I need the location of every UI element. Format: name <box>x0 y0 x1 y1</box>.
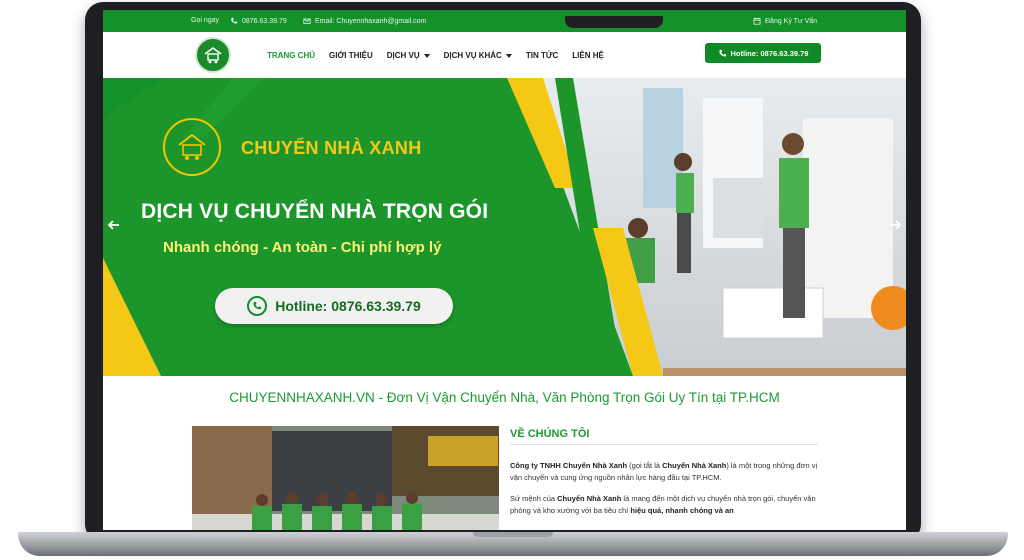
site-logo[interactable] <box>195 37 231 73</box>
house-truck-logo-icon <box>178 133 206 160</box>
site-tagline: CHUYENNHAXANH.VN - Đơn Vị Vận Chuyển Nhà… <box>229 390 780 405</box>
camera-notch <box>565 16 663 28</box>
nav-item-news[interactable]: TIN TỨC <box>526 51 558 60</box>
main-navbar: TRANG CHỦ GIỚI THIỆU DỊCH VỤ DỊCH VỤ KHÁ… <box>103 32 906 79</box>
consult-link[interactable]: Đăng Ký Tư Vấn <box>753 17 817 25</box>
topbar-email-link[interactable]: Email: Chuyennhaxanh@gmail.com <box>303 17 426 25</box>
about-criteria: hiệu quả, nhanh chóng và an <box>630 506 734 515</box>
phone-icon <box>231 17 238 24</box>
hero-subtitle: Nhanh chóng - An toàn - Chi phí hợp lý <box>163 239 442 256</box>
hero-title: DỊCH VỤ CHUYỂN NHÀ TRỌN GÓI <box>141 200 489 223</box>
nav-item-services: DỊCH VỤ <box>386 51 420 60</box>
hero-banner: CHUYỂN NHÀ XANH DỊCH VỤ CHUYỂN NHÀ TRỌN … <box>103 78 906 376</box>
nav-item-contact[interactable]: LIÊN HỆ <box>572 51 604 60</box>
phone-icon <box>718 49 726 56</box>
arrow-left-icon[interactable] <box>107 218 121 232</box>
team-photo <box>192 426 499 530</box>
arrow-right-icon[interactable] <box>888 218 902 232</box>
about-heading: VỀ CHÚNG TÔI <box>510 428 590 440</box>
hotline-button-label: Hotline: 0876.63.39.79 <box>730 48 809 58</box>
brand-logo <box>163 118 221 176</box>
brand-short-name: Chuyển Nhà Xanh <box>662 461 727 470</box>
hero-brand-name: CHUYỂN NHÀ XANH <box>241 138 422 158</box>
chevron-down-icon <box>505 53 512 58</box>
envelope-icon <box>303 18 311 24</box>
nav-item-home[interactable]: TRANG CHỦ <box>267 51 315 60</box>
nav-item-about[interactable]: GIỚI THIỆU <box>329 51 373 60</box>
call-label-group: Gọi ngay <box>191 17 219 24</box>
company-name: Công ty TNHH Chuyển Nhà Xanh <box>510 461 628 470</box>
consult-label: Đăng Ký Tư Vấn <box>765 17 818 25</box>
hero-hotline-button[interactable]: Hotline: 0876.63.39.79 <box>215 288 453 324</box>
hero-background <box>103 78 906 376</box>
topbar-phone: 0876.63.39.79 <box>242 17 287 25</box>
website-screen: Gọi ngay 0876.63.39.79 Email: Chuyennhax… <box>103 10 906 530</box>
chevron-down-icon <box>423 53 430 58</box>
laptop-base <box>18 532 1008 556</box>
nav-item-other-services: DỊCH VỤ KHÁC <box>443 51 502 60</box>
hero-hotline-label: Hotline: 0876.63.39.79 <box>275 298 421 314</box>
calendar-icon <box>753 17 761 25</box>
topbar-phone-link[interactable]: 0876.63.39.79 <box>230 17 287 25</box>
nav-item-other-services-wrap[interactable]: DỊCH VỤ KHÁC <box>444 51 512 60</box>
about-p1-text: (gọi tắt là <box>627 461 663 470</box>
brand-mission-name: Chuyển Nhà Xanh <box>557 494 622 503</box>
house-truck-logo-icon <box>204 47 222 64</box>
main-menu: TRANG CHỦ GIỚI THIỆU DỊCH VỤ DỊCH VỤ KHÁ… <box>267 51 604 60</box>
topbar-email: Email: Chuyennhaxanh@gmail.com <box>315 17 427 25</box>
about-divider <box>510 444 818 445</box>
about-paragraph-2: Sứ mệnh của Chuyển Nhà Xanh là mang đến … <box>510 493 822 517</box>
about-paragraph-1: Công ty TNHH Chuyển Nhà Xanh (gọi tắt là… <box>510 460 822 484</box>
top-bar: Gọi ngay 0876.63.39.79 Email: Chuyennhax… <box>103 10 906 32</box>
about-team-photo <box>192 426 499 530</box>
laptop-base-notch <box>473 532 553 537</box>
hotline-button[interactable]: Hotline: 0876.63.39.79 <box>705 43 821 63</box>
nav-item-services-wrap[interactable]: DỊCH VỤ <box>387 51 430 60</box>
about-p2-text: Sứ mệnh của <box>510 494 558 503</box>
call-label: Gọi ngay <box>191 17 220 24</box>
phone-icon <box>247 296 268 316</box>
